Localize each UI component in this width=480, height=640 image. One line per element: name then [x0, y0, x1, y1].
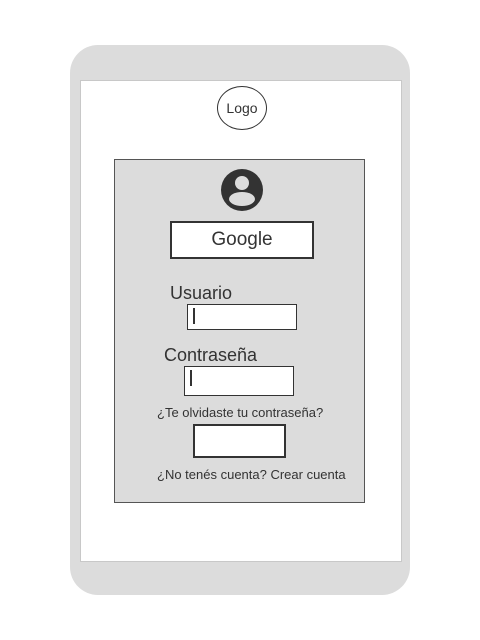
user-avatar-icon: [221, 169, 263, 211]
username-label: Usuario: [170, 283, 233, 303]
password-input[interactable]: [184, 366, 294, 396]
logo: Logo: [217, 86, 267, 130]
submit-button[interactable]: [193, 424, 286, 458]
google-login-button[interactable]: Google: [170, 221, 314, 259]
text-caret: [193, 308, 195, 324]
google-button-label: Google: [211, 229, 273, 250]
forgot-password-link[interactable]: ¿Te olvidaste tu contraseña?: [157, 405, 323, 420]
password-label: Contraseña: [164, 345, 258, 365]
signup-link[interactable]: ¿No tenés cuenta? Crear cuenta: [157, 467, 346, 482]
text-caret: [190, 370, 192, 386]
username-input[interactable]: [187, 304, 297, 330]
logo-text: Logo: [226, 100, 258, 116]
